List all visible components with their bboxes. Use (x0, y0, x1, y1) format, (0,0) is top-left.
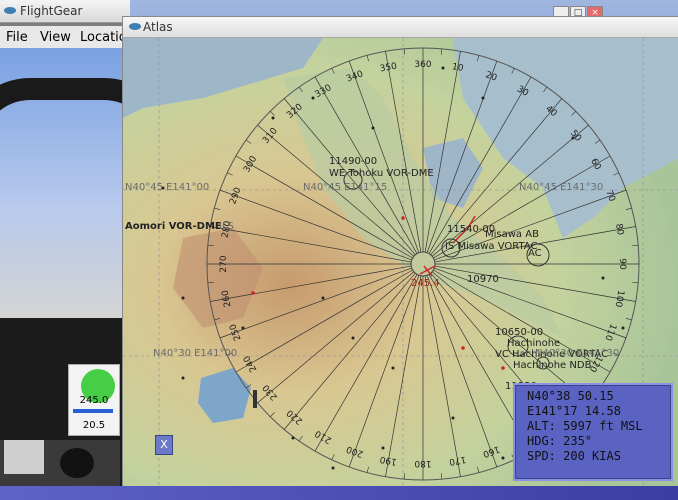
navaid-misawa-vortac: IS Misawa VORTAC (445, 241, 538, 252)
compass-label: 270 (219, 255, 229, 272)
navaid-freq: 11490-00 (329, 156, 378, 167)
flightgear-window[interactable]: FlightGear File View Locatio 245.0 20.5 (0, 0, 130, 500)
flightgear-logo-icon (4, 7, 16, 14)
gauge-bottom-value: 20.5 (82, 420, 106, 431)
compass-label: 180 (414, 458, 431, 468)
flightgear-titlebar[interactable]: FlightGear (0, 0, 130, 23)
heading-marker-label: 245.4 (411, 278, 440, 289)
taskbar (0, 486, 678, 500)
flight-info-panel: N40°38 50.15 E141°17 14.58 ALT: 5997 ft … (513, 383, 673, 481)
console-block (4, 440, 44, 474)
compass-label: 10 (451, 62, 464, 74)
info-latitude: N40°38 50.15 (527, 389, 614, 403)
atlas-titlebar[interactable]: Atlas (123, 17, 678, 38)
close-overlay-button[interactable]: X (155, 435, 173, 455)
navaid-hachinohe-ndb: Hachinohe NDB (513, 360, 592, 371)
compass-label: 90 (617, 258, 627, 270)
fuel-gauge: 245.0 20.5 (68, 364, 120, 436)
info-altitude: ALT: 5997 ft MSL (527, 419, 643, 433)
grid-label: N40°30 E141°30 (535, 348, 620, 359)
grid-label: N40°30 E141°00 (153, 348, 238, 359)
atlas-window[interactable]: Atlas 360 10 20 30 40 50 60 70 80 90 100… (122, 16, 678, 488)
cockpit-view: 245.0 20.5 (0, 48, 125, 498)
map-view[interactable]: 3601020304050607080901001101201301401501… (123, 38, 678, 487)
console-knob (60, 448, 94, 478)
navaid-ils: ILS (219, 221, 234, 232)
flightgear-title: FlightGear (20, 4, 83, 18)
flightgear-menubar: File View Locatio (0, 26, 130, 48)
navaid-freq: AC (528, 248, 542, 259)
compass-label: 80 (613, 223, 625, 236)
navaid-aomori: Aomori VOR-DME (125, 221, 222, 232)
menu-view[interactable]: View (40, 30, 71, 45)
compass-label: 360 (414, 60, 431, 70)
navaid-misawa-ab: Misawa AB (485, 229, 539, 240)
navaid-freq: 10650-00 (495, 327, 544, 338)
info-heading: HDG: 235° (527, 434, 593, 448)
navaid-freq: 10970 (467, 274, 499, 285)
info-speed: SPD: 200 KIAS (527, 449, 621, 463)
atlas-title: Atlas (143, 20, 173, 34)
grid-label: N40°45 E141°15 (303, 182, 388, 193)
info-longitude: E141°17 14.58 (527, 404, 621, 418)
atlas-logo-icon (129, 23, 141, 30)
gauge-bar (73, 409, 113, 413)
menu-file[interactable]: File (6, 30, 28, 45)
navaid-tohoku: WE Tohoku VOR-DME (329, 168, 434, 179)
gauge-top-value: 245.0 (79, 395, 109, 406)
menu-location[interactable]: Locatio (80, 30, 127, 45)
runway-marker (253, 390, 257, 408)
grid-label: N40°45 E141°00 (125, 182, 210, 193)
grid-label: N40°45 E141°30 (519, 182, 604, 193)
